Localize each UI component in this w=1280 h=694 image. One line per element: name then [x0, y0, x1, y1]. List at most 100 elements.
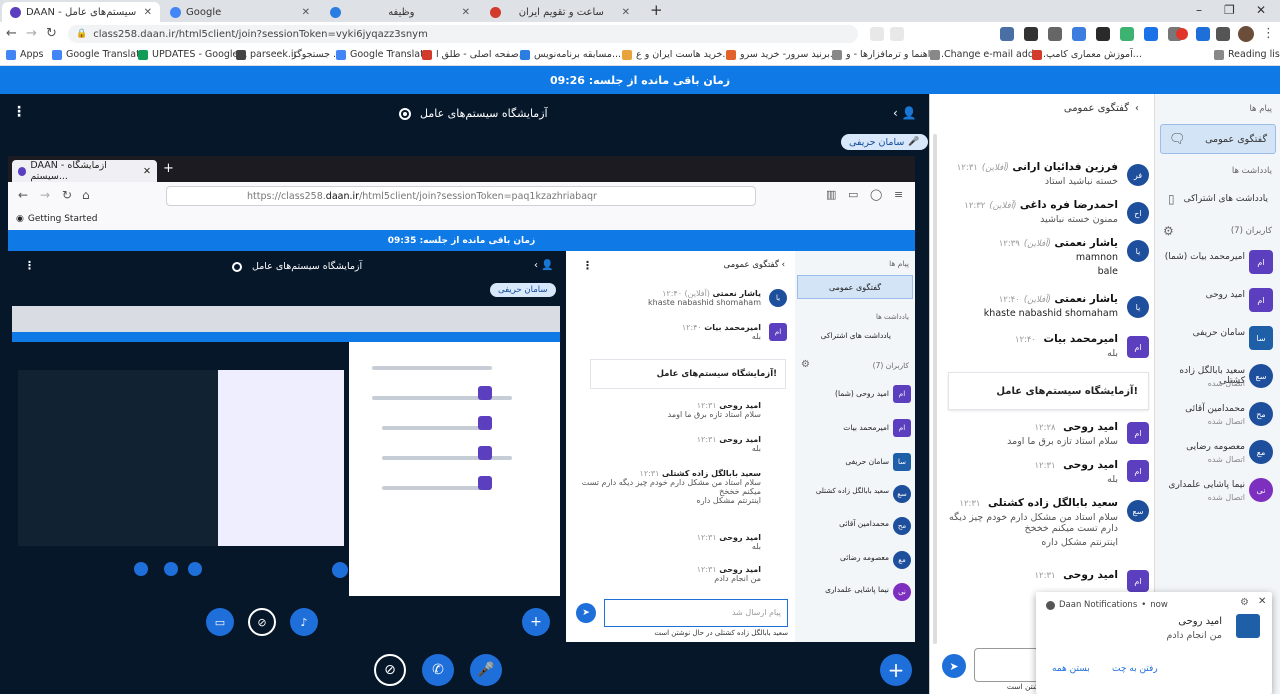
bookmark-item[interactable]: جستجوگر ... — [292, 49, 342, 60]
chat-scrollbar[interactable] — [933, 134, 937, 644]
extension-icon[interactable] — [1096, 27, 1110, 41]
close-tab-icon[interactable]: ✕ — [462, 7, 470, 18]
key-icon[interactable] — [870, 27, 884, 41]
public-chat-item[interactable]: 🗨 گفتگوی عمومی — [1160, 124, 1276, 154]
url-text: class258.daan.ir/html5client/join?sessio… — [93, 28, 428, 40]
user-list-item[interactable]: محمدامین آقائی اتصال شده مح — [1155, 398, 1280, 434]
user-name: نیما پاشایی علمداری — [1168, 480, 1245, 490]
msg-time: ۱۲:۳۱ — [956, 163, 978, 173]
extension-icon[interactable] — [1196, 27, 1210, 41]
actions-plus-button[interactable]: + — [880, 654, 912, 686]
go-to-chat-button[interactable]: رفتن به چت — [1112, 664, 1158, 674]
tab-time[interactable]: ساعت و تقویم ایران ✕ — [482, 2, 638, 22]
user-list-toggle-icon[interactable]: ‹ 👤 — [893, 106, 917, 120]
tab-daan[interactable]: DAAN - آزمایشگاه سیستم‌های عامل ✕ — [2, 2, 160, 22]
microphone-button[interactable]: 🎤 — [470, 654, 502, 686]
bookmark-item[interactable]: آموزش معماری کامپ... — [1032, 49, 1142, 60]
bookmark-item[interactable]: برنید سرور- خرید سرو... — [726, 49, 839, 60]
user-list-item[interactable]: سامان حریفی سا — [1155, 322, 1280, 358]
options-menu-icon: ⋮ — [24, 259, 35, 272]
bookmark-apps[interactable]: Apps — [6, 49, 44, 60]
user-avatar: سع — [1249, 364, 1273, 388]
forward-icon[interactable]: → — [26, 26, 37, 41]
options-menu-icon[interactable]: ⋮ — [12, 104, 26, 120]
tab-google[interactable]: Google ✕ — [162, 2, 318, 22]
presentation-header: ⋮ آزمایشگاه سیستم‌های عامل ‹ 👤 — [0, 94, 929, 134]
library-icon: ▥ — [826, 188, 837, 201]
bookmark-item[interactable]: راهنما و ترمافزارها - و... — [832, 49, 944, 60]
close-tab-icon[interactable]: ✕ — [144, 7, 152, 18]
profile-avatar[interactable] — [1238, 26, 1254, 42]
bookmark-item[interactable]: Change e-mail addr... — [930, 49, 1046, 60]
mini-avatar — [478, 386, 492, 400]
gear-icon[interactable]: ⚙ — [1163, 224, 1174, 238]
chat-message: ۱۲:۴۰ (آفلاین) یاشار نعمتی khaste nabashi… — [938, 292, 1118, 319]
maximize-button[interactable]: ❐ — [1224, 3, 1235, 17]
record-icon[interactable] — [399, 108, 411, 120]
camera-off-button[interactable]: ⊘ — [374, 654, 406, 686]
close-icon[interactable]: ✕ — [1258, 596, 1266, 607]
phone-button[interactable]: ✆ — [422, 654, 454, 686]
msg-time: ۱۲:۳۱ — [696, 435, 717, 444]
extension-icon[interactable] — [1144, 27, 1158, 41]
new-tab-button[interactable]: + — [650, 1, 663, 19]
extension-icon[interactable] — [1120, 27, 1134, 41]
extension-icon[interactable] — [1072, 27, 1086, 41]
bookmark-item[interactable]: UPDATES - Google... — [138, 49, 247, 60]
user-list-item[interactable]: سعید بابالگل زاده کشتلی اتصال شده سع — [1155, 360, 1280, 396]
msg-text: بله — [751, 542, 761, 551]
user-list-item[interactable]: معصومه رضایی اتصال شده مع — [1155, 436, 1280, 472]
nested-user-name: نیما پاشایی علمداری — [825, 585, 889, 594]
tab-title: Google — [186, 6, 222, 18]
star-icon[interactable] — [890, 27, 904, 41]
chevron-left-icon[interactable]: ‹ — [1135, 103, 1139, 114]
user-avatar: ام — [1127, 422, 1149, 444]
notification-toast[interactable]: Daan Notifications • now ⚙ ✕ امید روحی م… — [1036, 592, 1272, 694]
close-all-button[interactable]: بستن همه — [1052, 664, 1090, 674]
bookmark-item[interactable]: parseek.ir — [236, 49, 297, 60]
chat-header[interactable]: گفتگوی عمومی ‹ — [930, 94, 1155, 122]
user-list-item[interactable]: امید روحی ام — [1155, 284, 1280, 320]
settings-icon[interactable]: ⚙ — [1240, 597, 1249, 608]
nested-msg: سعید بابالگل زاده کشتلی ۱۲:۳۱ سلام استاد… — [577, 469, 761, 505]
user-avatar: اح — [1127, 202, 1149, 224]
bookmark-item[interactable]: مسابقه برنامه‌نویس... — [520, 49, 621, 60]
shared-notes-item[interactable]: ▯ یادداشت های اشتراکی — [1160, 186, 1276, 212]
extension-icon[interactable] — [1048, 27, 1062, 41]
bookmark-item[interactable]: Google Translate — [52, 49, 146, 60]
user-name: امید روحی — [1205, 290, 1245, 300]
daan-app-icon — [1046, 600, 1055, 610]
msg-time: ۱۲:۳۱ — [696, 401, 717, 410]
msg-text: سلام استاد تازه برق ما اومد — [667, 410, 761, 419]
close-tab-icon[interactable]: ✕ — [622, 7, 630, 18]
forward-icon: → — [40, 188, 51, 202]
close-tab-icon[interactable]: ✕ — [302, 7, 310, 18]
minimize-button[interactable]: – — [1196, 3, 1202, 17]
extension-icon[interactable] — [1024, 27, 1038, 41]
close-window-button[interactable]: ✕ — [1256, 3, 1266, 17]
stop-icon[interactable] — [1176, 28, 1188, 40]
user-list-item[interactable]: نیما پاشایی علمداری اتصال شده نی — [1155, 474, 1280, 510]
mini-line — [372, 366, 492, 370]
puzzle-icon[interactable] — [1216, 27, 1230, 41]
mini-screen-icon — [134, 562, 148, 576]
msg-author: امید روحی — [719, 565, 761, 574]
send-message-button[interactable]: ➤ — [942, 654, 966, 678]
menu-icon[interactable]: ⋮ — [1262, 26, 1275, 41]
msg-time: ۱۲:۳۱ — [696, 565, 717, 574]
reload-icon[interactable]: ↻ — [46, 26, 57, 41]
tab-vazife[interactable]: وظیفه ✕ — [322, 2, 478, 22]
bookmark-item[interactable]: Google Translate — [336, 49, 430, 60]
reading-list[interactable]: Reading list — [1214, 49, 1280, 60]
nested-user-avatar: ام — [893, 385, 911, 403]
bookmark-item[interactable]: خرید هاست ایران و ع... — [622, 49, 731, 60]
msg-text: اینترنتم مشکل داره — [696, 496, 761, 505]
bookmark-item[interactable]: صفحه اصلی - طلق ا... — [422, 49, 528, 60]
close-tab-icon: ✕ — [143, 165, 151, 177]
back-icon[interactable]: ← — [6, 26, 17, 41]
nested-msg: یاشار نعمتی (آفلاین) ۱۲:۴۰ khaste nabash… — [581, 289, 761, 307]
address-bar[interactable]: 🔒 class258.daan.ir/html5client/join?sess… — [68, 25, 858, 43]
user-list-item[interactable]: امیرمحمد بیات (شما) ام — [1155, 246, 1280, 282]
extension-icon[interactable] — [1000, 27, 1014, 41]
new-tab-icon: + — [163, 161, 174, 176]
